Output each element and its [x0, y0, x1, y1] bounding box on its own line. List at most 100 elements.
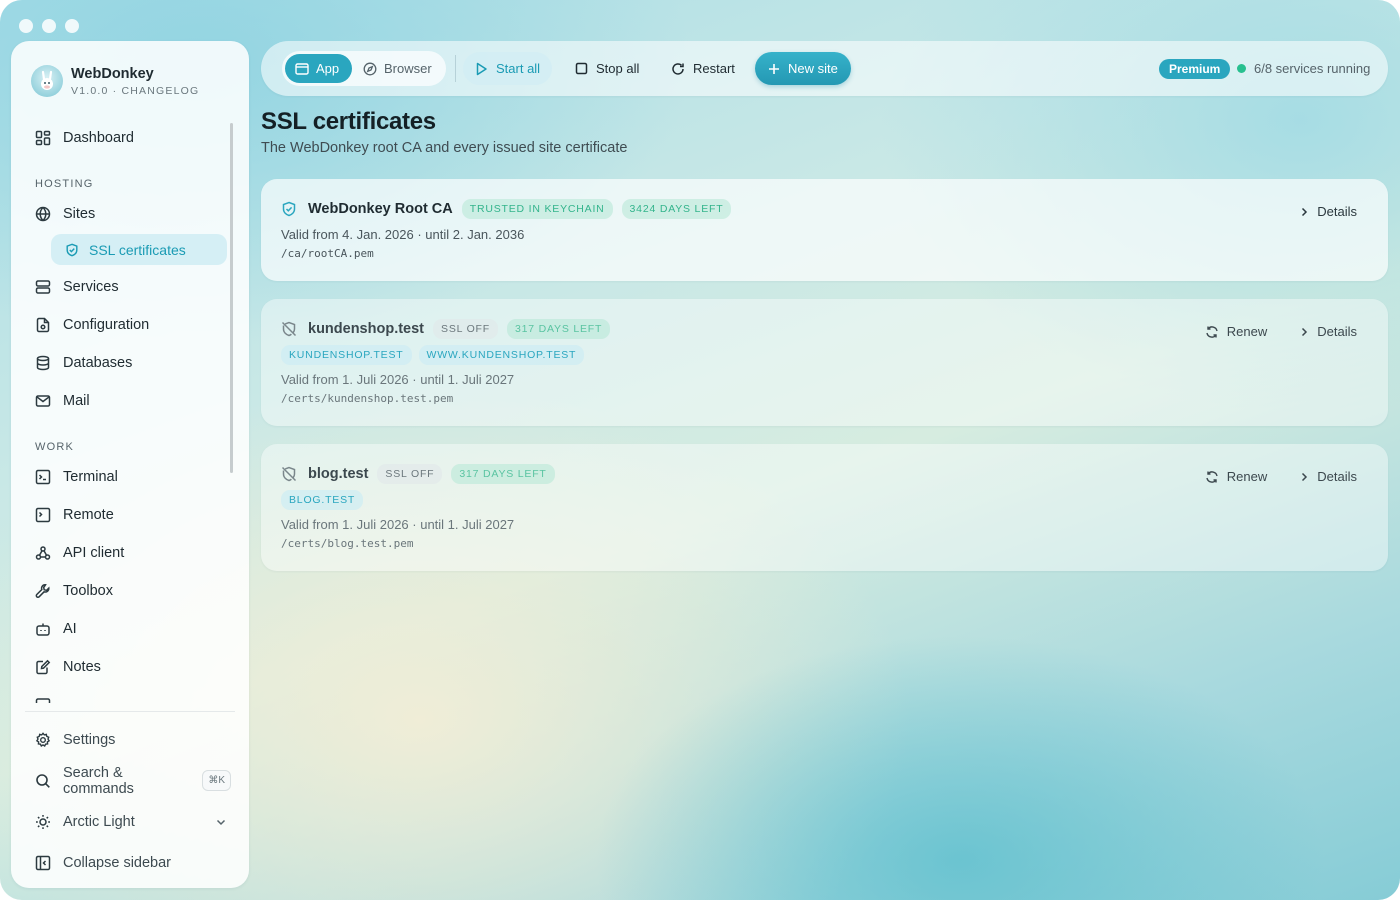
webhook-icon: [35, 545, 51, 561]
start-all-button[interactable]: Start all: [463, 52, 553, 85]
zoom-window-button[interactable]: [65, 19, 79, 33]
close-window-button[interactable]: [19, 19, 33, 33]
section-header-hosting: HOSTING: [35, 178, 94, 190]
sidebar-item-label: SSL certificates: [89, 241, 186, 258]
window-icon: [295, 62, 309, 76]
remote-terminal-icon: [35, 507, 51, 523]
details-button[interactable]: Details: [1299, 204, 1357, 219]
validity-text: Valid from 1. Juli 2026 · until 1. Juli …: [281, 372, 515, 387]
brand[interactable]: WebDonkey V1.0.0 · CHANGELOG: [31, 65, 199, 97]
toolbar-divider: [455, 55, 456, 82]
sidebar-item-label: Dashboard: [63, 130, 134, 146]
new-site-label: New site: [788, 61, 838, 76]
rotate-icon: [671, 62, 685, 76]
stop-all-button[interactable]: Stop all: [563, 52, 651, 85]
sidebar-item-notes[interactable]: Notes: [23, 648, 233, 686]
sidebar: WebDonkey V1.0.0 · CHANGELOG Dashboard H…: [11, 41, 249, 888]
shield-off-icon: [281, 466, 297, 482]
renew-button[interactable]: Renew: [1205, 324, 1267, 339]
settings-label: Settings: [63, 731, 116, 748]
details-button[interactable]: Details: [1299, 469, 1357, 484]
card-actions: Details: [1299, 204, 1357, 219]
restart-label: Restart: [693, 61, 735, 76]
chevron-right-icon: [1299, 472, 1309, 482]
browser-mode-button[interactable]: Browser: [363, 54, 432, 83]
sidebar-item-toolbox[interactable]: Toolbox: [23, 572, 233, 610]
certificate-path: /ca/rootCA.pem: [281, 247, 374, 260]
certificate-path: /certs/blog.test.pem: [281, 537, 414, 550]
bot-icon: [35, 621, 51, 637]
sidebar-item-label: Notes: [63, 659, 101, 675]
sidebar-item-label: Terminal: [63, 469, 118, 485]
days-left-badge: 317 DAYS LEFT: [451, 464, 555, 484]
sidebar-item-dashboard[interactable]: Dashboard: [23, 119, 233, 157]
page-subtitle: The WebDonkey root CA and every issued s…: [261, 140, 628, 156]
sidebar-item-services[interactable]: Services: [23, 268, 233, 306]
terminal-icon: [35, 469, 51, 485]
sidebar-item-label: Toolbox: [63, 583, 113, 599]
domain-list: KUNDENSHOP.TEST WWW.KUNDENSHOP.TEST: [281, 345, 585, 365]
search-icon: [35, 773, 51, 789]
app-mode-label: App: [316, 61, 340, 76]
certificate-card-root-ca: WebDonkey Root CA TRUSTED IN KEYCHAIN 34…: [261, 179, 1388, 281]
sidebar-item-sites[interactable]: Sites: [23, 195, 233, 233]
sidebar-item-databases[interactable]: Databases: [23, 344, 233, 382]
minimize-window-button[interactable]: [42, 19, 56, 33]
premium-badge[interactable]: Premium: [1159, 59, 1231, 79]
shield-check-icon: [64, 242, 80, 258]
services-status[interactable]: 6/8 services running: [1237, 61, 1370, 76]
ssl-off-badge: SSL OFF: [377, 464, 443, 484]
details-label: Details: [1317, 469, 1357, 484]
sidebar-item-ssl-certificates[interactable]: SSL certificates: [51, 234, 227, 265]
stop-all-label: Stop all: [596, 61, 640, 76]
services-status-text: 6/8 services running: [1254, 61, 1371, 76]
mail-icon: [35, 393, 51, 409]
sidebar-scrollbar[interactable]: [230, 123, 233, 473]
chevron-down-icon: [215, 816, 227, 828]
app-mode-button[interactable]: App: [285, 54, 352, 83]
sidebar-item-label: Configuration: [63, 317, 150, 333]
collapse-sidebar-button[interactable]: Collapse sidebar: [23, 842, 233, 883]
certificate-path: /certs/kundenshop.test.pem: [281, 392, 454, 405]
sidebar-item-terminal[interactable]: Terminal: [23, 458, 233, 496]
theme-select[interactable]: Arctic Light: [23, 801, 233, 842]
restart-button[interactable]: Restart: [659, 52, 747, 85]
domain-tag: BLOG.TEST: [281, 490, 364, 510]
new-site-button[interactable]: New site: [755, 52, 851, 85]
certificate-card-kundenshop: kundenshop.test SSL OFF 317 DAYS LEFT KU…: [261, 299, 1388, 426]
sidebar-item-api-client[interactable]: API client: [23, 534, 233, 572]
sidebar-footer: Settings Search & commands ⌘K Arctic Lig…: [23, 719, 233, 883]
shield-check-icon: [281, 201, 297, 217]
details-button[interactable]: Details: [1299, 324, 1357, 339]
settings-button[interactable]: Settings: [23, 719, 233, 760]
dashboard-icon: [35, 130, 51, 146]
validity-text: Valid from 4. Jan. 2026 · until 2. Jan. …: [281, 227, 525, 242]
sidebar-nav: Dashboard HOSTING Sites SSL certificates…: [23, 119, 233, 703]
view-mode-toggle: App Browser: [282, 51, 446, 86]
days-left-badge: 3424 DAYS LEFT: [621, 199, 732, 219]
sidebar-item-label: API client: [63, 545, 125, 561]
list-icon: [35, 697, 51, 703]
sidebar-item-configuration[interactable]: Configuration: [23, 306, 233, 344]
days-left-badge: 317 DAYS LEFT: [507, 319, 611, 339]
sidebar-item-mail[interactable]: Mail: [23, 382, 233, 420]
sidebar-item-cut-off[interactable]: [23, 686, 233, 703]
sidebar-item-ai[interactable]: AI: [23, 610, 233, 648]
ssl-off-badge: SSL OFF: [433, 319, 498, 339]
renew-label: Renew: [1226, 469, 1268, 484]
trusted-badge: TRUSTED IN KEYCHAIN: [461, 199, 613, 219]
shield-off-icon: [281, 321, 297, 337]
card-actions: Renew Details: [1205, 469, 1357, 484]
version-changelog-link[interactable]: V1.0.0 · CHANGELOG: [71, 85, 199, 97]
donkey-logo-icon: [31, 65, 63, 97]
play-icon: [475, 62, 488, 76]
domain-tag: WWW.KUNDENSHOP.TEST: [418, 345, 585, 365]
search-commands-button[interactable]: Search & commands ⌘K: [23, 760, 233, 801]
stop-icon: [575, 62, 588, 75]
sidebar-item-label: Mail: [63, 393, 90, 409]
renew-button[interactable]: Renew: [1205, 469, 1267, 484]
notes-icon: [35, 659, 51, 675]
config-file-icon: [35, 317, 51, 333]
sidebar-item-remote[interactable]: Remote: [23, 496, 233, 534]
gear-icon: [35, 731, 51, 748]
